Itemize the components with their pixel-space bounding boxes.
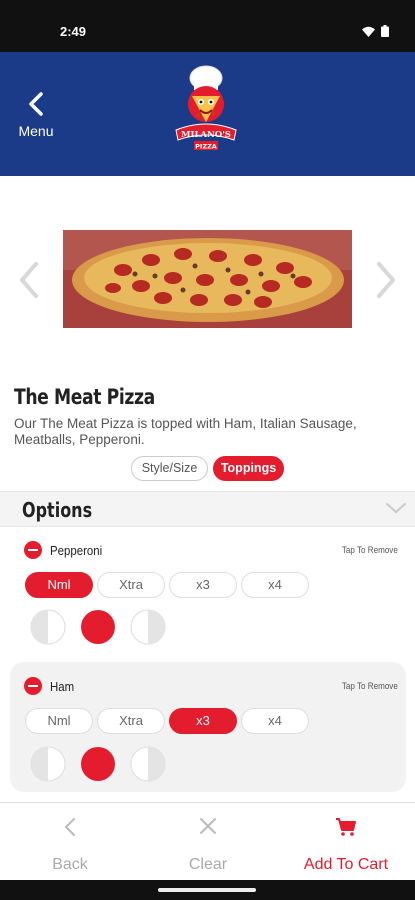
wifi-icon bbox=[362, 26, 375, 37]
amount-option-normal[interactable]: Nml bbox=[25, 572, 93, 598]
options-title: Options bbox=[22, 498, 93, 522]
amount-option-extra[interactable]: Xtra bbox=[97, 572, 165, 598]
product-description: Our The Meat Pizza is topped with Ham, I… bbox=[14, 416, 357, 447]
topping-item-pepperoni: Pepperoni Tap To Remove Nml Xtra x3 x4 bbox=[10, 533, 406, 653]
status-time: 2:49 bbox=[60, 24, 87, 39]
system-nav-bar bbox=[0, 880, 415, 900]
tap-to-remove-label: Tap To Remove bbox=[342, 681, 398, 692]
status-icons bbox=[362, 25, 389, 37]
placement-options bbox=[30, 746, 166, 782]
amount-options: Nml Xtra x3 x4 bbox=[25, 572, 309, 598]
cart-icon bbox=[336, 818, 356, 836]
close-icon bbox=[200, 818, 216, 834]
add-to-cart-label: Add To Cart bbox=[303, 856, 389, 873]
menu-label: Menu bbox=[18, 123, 54, 139]
pizza-image bbox=[63, 230, 352, 328]
back-button[interactable]: Back bbox=[20, 803, 120, 881]
home-indicator[interactable] bbox=[158, 888, 256, 892]
product-image-carousel[interactable] bbox=[0, 176, 415, 346]
bottom-action-bar: Back Clear Add To Cart bbox=[0, 802, 415, 880]
whole-pizza-icon[interactable] bbox=[80, 609, 116, 645]
placement-options bbox=[30, 609, 166, 645]
topping-name: Ham bbox=[50, 679, 75, 694]
amount-option-x4[interactable]: x4 bbox=[241, 572, 309, 598]
amount-option-x4[interactable]: x4 bbox=[241, 708, 309, 734]
battery-icon bbox=[381, 25, 389, 37]
chevron-down-icon[interactable] bbox=[385, 500, 407, 516]
clear-label: Clear bbox=[188, 856, 228, 873]
right-half-icon[interactable] bbox=[130, 609, 166, 645]
topping-name: Pepperoni bbox=[50, 543, 103, 558]
carousel-next-icon[interactable] bbox=[371, 260, 401, 300]
carousel-prev-icon[interactable] bbox=[14, 260, 44, 300]
menu-back-button[interactable]: Menu bbox=[14, 92, 58, 142]
options-header[interactable]: Options bbox=[0, 491, 415, 527]
amount-options: Nml Xtra x3 x4 bbox=[25, 708, 309, 734]
svg-text:PIZZA: PIZZA bbox=[195, 143, 217, 151]
left-half-icon[interactable] bbox=[30, 746, 66, 782]
tab-toppings[interactable]: Toppings bbox=[213, 456, 284, 481]
tap-to-remove-label: Tap To Remove bbox=[342, 545, 398, 556]
right-half-icon[interactable] bbox=[130, 746, 166, 782]
svg-text:MILANO'S: MILANO'S bbox=[181, 130, 231, 140]
tab-style-size[interactable]: Style/Size bbox=[131, 456, 208, 481]
chevron-left-icon bbox=[64, 818, 75, 836]
product-title: The Meat Pizza bbox=[14, 385, 155, 409]
amount-option-normal[interactable]: Nml bbox=[25, 708, 93, 734]
amount-option-x3[interactable]: x3 bbox=[169, 572, 237, 598]
status-bar: 2:49 bbox=[0, 0, 415, 52]
amount-option-extra[interactable]: Xtra bbox=[97, 708, 165, 734]
topping-item-ham: Ham Tap To Remove Nml Xtra x3 x4 bbox=[10, 662, 406, 792]
app-header: Menu MILANO'S PIZZA bbox=[0, 52, 415, 176]
milanos-pizza-logo: MILANO'S PIZZA bbox=[175, 65, 237, 151]
clear-button[interactable]: Clear bbox=[158, 803, 258, 881]
back-label: Back bbox=[52, 856, 88, 873]
amount-option-x3[interactable]: x3 bbox=[169, 708, 237, 734]
remove-topping-button[interactable] bbox=[24, 677, 42, 695]
add-to-cart-button[interactable]: Add To Cart bbox=[290, 803, 402, 881]
left-half-icon[interactable] bbox=[30, 609, 66, 645]
remove-topping-button[interactable] bbox=[24, 541, 42, 559]
whole-pizza-icon[interactable] bbox=[80, 746, 116, 782]
chevron-left-icon bbox=[29, 92, 43, 116]
